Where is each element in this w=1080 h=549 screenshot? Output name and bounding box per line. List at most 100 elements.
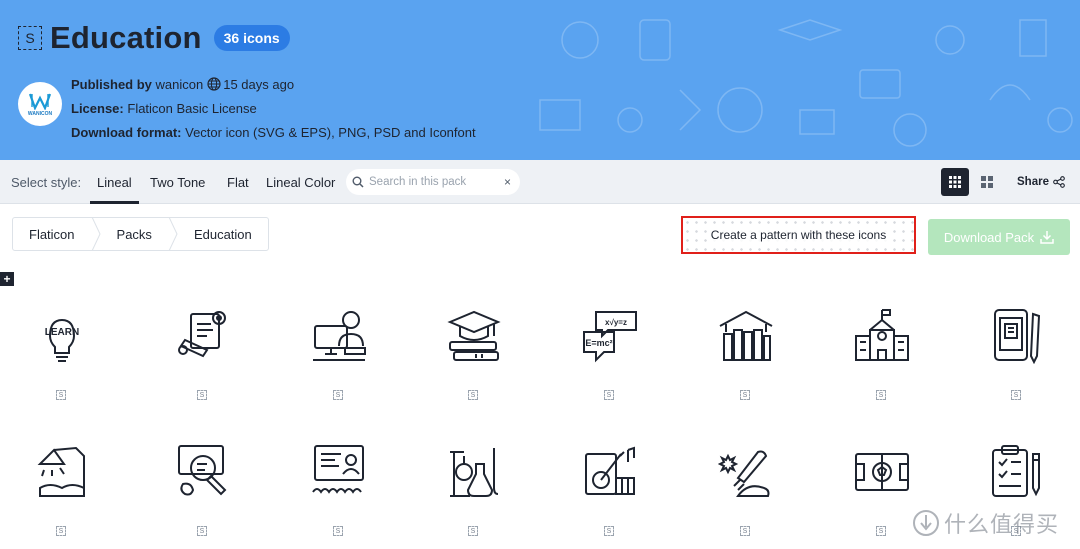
formula-text-top: x√y=z [605,318,627,327]
download-pack-label: Download Pack [943,229,1035,245]
page-title: Education [50,20,202,55]
icon-tile[interactable]: S [141,308,261,418]
style-badge: S [1011,390,1021,400]
large-grid-view-button[interactable] [973,168,1001,196]
license-label: License: [71,101,124,116]
library-books-icon [719,310,773,361]
watermark-text: 什么值得买 [944,512,1060,537]
select-style-label: Select style: [11,175,82,190]
publisher-link[interactable]: wanicon [156,77,204,92]
share-label: Share [1017,176,1049,188]
chevron-right-icon [91,217,101,251]
online-class-icon [312,445,364,494]
style-badge: S [197,526,207,536]
icon-tile[interactable]: S [684,308,804,418]
music-guitar-icon [585,446,635,495]
format-label: Download format: [71,125,182,140]
style-badge: S [740,390,750,400]
school-building-icon [855,309,909,361]
football-field-icon [855,453,909,491]
style-badge: S [333,390,343,400]
pack-search: × [346,169,520,195]
search-icon [352,176,364,188]
breadcrumb-education[interactable]: Education [178,227,268,242]
published-ago: 15 days ago [223,77,295,92]
style-badge: S [468,390,478,400]
learn-text: LEARN [45,327,79,338]
globe-icon [207,77,221,91]
license-line: License: Flaticon Basic License [71,97,476,121]
education-doodles-pattern [539,19,1073,147]
style-badge: S [876,390,886,400]
style-badge: S [56,526,66,536]
create-pattern-button[interactable]: Create a pattern with these icons [681,216,916,254]
tab-lineal[interactable]: Lineal [90,175,139,204]
style-badge: S [740,526,750,536]
large-grid-icon [981,176,993,188]
tab-lineal-color[interactable]: Lineal Color [266,175,335,190]
style-selector-bar: Select style: Lineal Two Tone Flat Linea… [0,160,1080,204]
icon-tile[interactable]: S [277,444,397,549]
collection-add-button[interactable]: + [0,272,14,286]
site-watermark: 什么值得买 [912,507,1059,539]
icon-tile[interactable]: S [0,444,120,549]
icon-tile[interactable]: S [820,308,940,418]
small-grid-icon [949,176,961,188]
style-badge: S [876,526,886,536]
tab-two-tone[interactable]: Two Tone [150,175,205,190]
published-line: Published by wanicon 15 days ago [71,73,476,97]
space-rocket-icon [718,450,770,497]
clear-search-icon[interactable]: × [504,175,511,189]
chevron-right-icon [168,217,178,251]
format-line: Download format: Vector icon (SVG & EPS)… [71,121,476,145]
watermark-logo-icon [913,510,939,536]
pack-meta: Published by wanicon 15 days ago License:… [71,73,476,145]
style-badge: S [197,390,207,400]
clipboard-pencil-icon [992,445,1040,497]
icon-tile[interactable]: LEARN S [0,308,120,418]
style-badge: S [56,390,66,400]
license-link[interactable]: Flaticon Basic License [127,101,256,116]
diploma-gear-icon [178,311,226,358]
download-icon [1040,231,1054,244]
share-button[interactable]: Share [1017,176,1065,188]
icon-tile[interactable]: S [684,444,804,549]
create-pattern-label: Create a pattern with these icons [708,227,889,243]
title-row: S Education 36 icons [18,20,290,56]
wanicon-logo-icon [29,93,51,110]
ebook-tablet-icon [994,309,1041,364]
style-badge: S [333,526,343,536]
style-badge: S [604,390,614,400]
icon-tile[interactable]: S [955,308,1075,418]
desk-lamp-icon [37,446,85,497]
format-value: Vector icon (SVG & EPS), PNG, PSD and Ic… [185,125,476,140]
style-badge: S [468,526,478,536]
graduation-cap-books-icon [447,310,501,361]
icon-tile[interactable]: S [277,308,397,418]
share-icon [1053,176,1065,188]
small-grid-view-button[interactable] [941,168,969,196]
style-badge: S [604,526,614,536]
search-input[interactable] [369,176,499,188]
lineal-style-icon: S [18,26,42,50]
online-teacher-icon [313,311,366,361]
avatar-label: WANICON [27,110,53,117]
chemistry-lab-icon [450,448,499,497]
tab-flat[interactable]: Flat [227,175,249,190]
icon-tile[interactable]: x√y=z E=mc² S [548,308,668,418]
icon-count-badge: 36 icons [213,25,290,51]
icon-tile[interactable]: S [548,444,668,549]
icon-tile[interactable]: S [141,444,261,549]
icon-tile[interactable]: S [412,444,532,549]
breadcrumb: Flaticon Packs Education [12,217,269,251]
published-label: Published by [71,77,152,92]
formula-speech-icon: x√y=z E=mc² [583,311,637,363]
author-avatar[interactable]: WANICON [18,82,62,126]
learn-bulb-icon: LEARN [45,318,79,362]
breadcrumb-packs[interactable]: Packs [101,227,168,242]
icon-tile[interactable]: S [412,308,532,418]
research-magnifier-icon [178,445,227,496]
pack-header: S Education 36 icons WANICON Published b… [0,0,1080,160]
download-pack-button[interactable]: Download Pack [928,219,1070,255]
breadcrumb-flaticon[interactable]: Flaticon [13,227,91,242]
